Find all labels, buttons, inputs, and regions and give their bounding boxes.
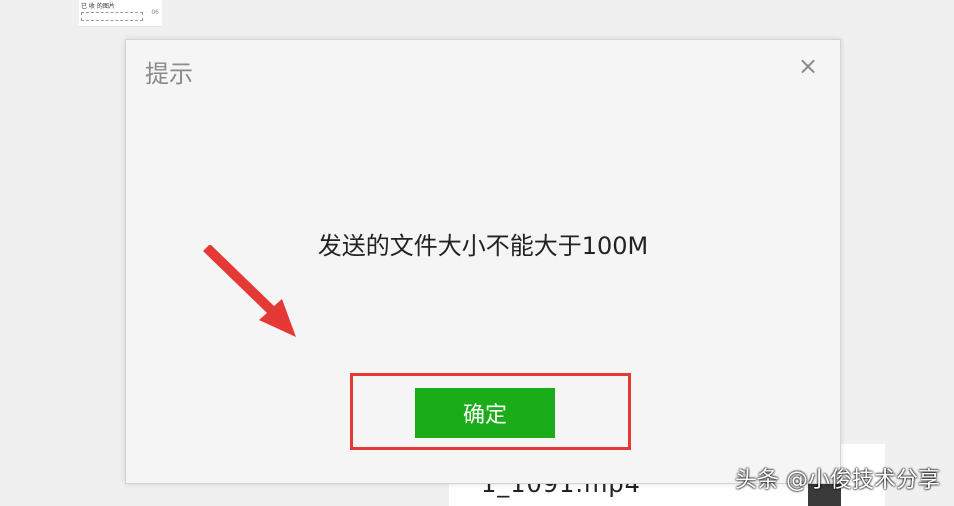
- thumbnail-text: 已 收 的图片: [81, 3, 115, 10]
- ok-button[interactable]: 确定: [415, 388, 555, 438]
- dialog-message: 发送的文件大小不能大于100M: [317, 232, 649, 260]
- thumbnail-small-text: 06: [151, 9, 159, 16]
- dialog-title: 提示: [145, 60, 193, 88]
- close-icon[interactable]: ×: [796, 54, 820, 78]
- thumbnail-dashed-box: [81, 12, 143, 21]
- alert-dialog: 提示 × 发送的文件大小不能大于100M 确定: [125, 39, 841, 484]
- watermark: 头条 @小俊技术分享: [735, 468, 940, 493]
- thumbnail-preview: 已 收 的图片 06: [79, 0, 162, 27]
